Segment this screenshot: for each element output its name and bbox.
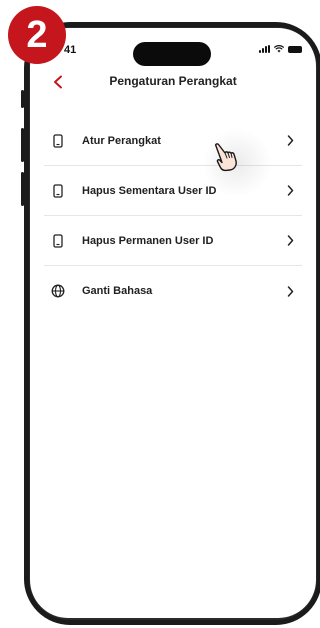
chevron-right-icon [284, 285, 296, 297]
chevron-right-icon [284, 185, 296, 197]
phone-screen: 41 Pengaturan Perangkat Atur Perangkat H… [30, 28, 316, 618]
phone-icon [50, 183, 66, 199]
wifi-icon [274, 45, 284, 53]
step-number-badge: 2 [8, 6, 66, 64]
page-title: Pengaturan Perangkat [109, 74, 237, 88]
status-icons [259, 45, 302, 53]
battery-icon [288, 46, 302, 53]
phone-icon [50, 233, 66, 249]
chevron-right-icon [284, 135, 296, 147]
menu-item-ganti-bahasa[interactable]: Ganti Bahasa [44, 266, 302, 316]
globe-icon [50, 283, 66, 299]
hand-pointer-icon [215, 143, 237, 172]
menu-item-label: Ganti Bahasa [82, 285, 153, 297]
status-time: 41 [64, 44, 77, 56]
menu-item-label: Hapus Permanen User ID [82, 234, 214, 247]
dynamic-island [133, 42, 211, 66]
phone-icon [50, 133, 66, 149]
signal-icon [259, 45, 270, 53]
menu-item-hapus-permanen[interactable]: Hapus Permanen User ID [44, 216, 302, 266]
chevron-right-icon [284, 235, 296, 247]
